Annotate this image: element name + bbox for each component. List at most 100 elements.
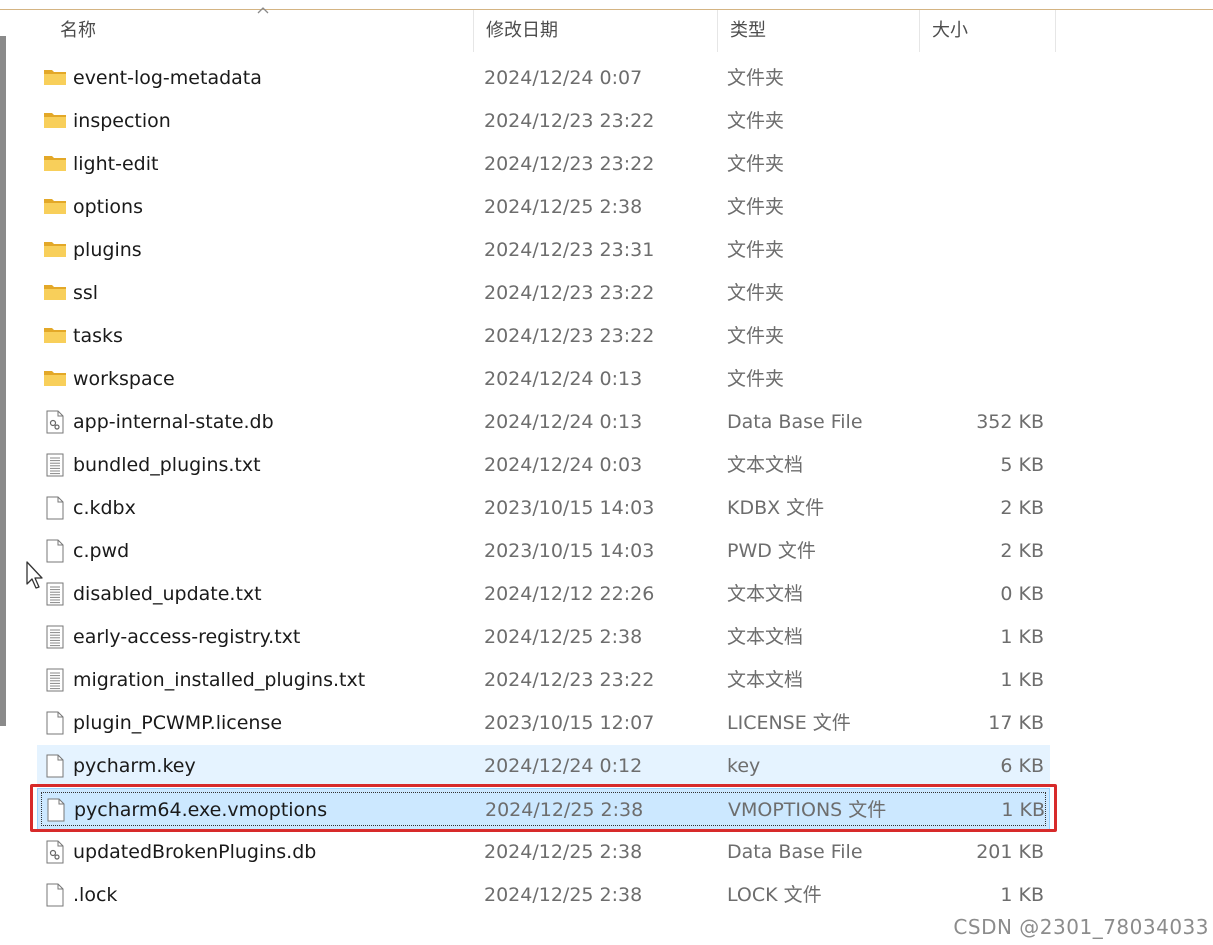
- file-name: ssl: [73, 282, 99, 304]
- file-row[interactable]: plugins 2024/12/23 23:31 文件夹: [37, 229, 1050, 271]
- file-date-modified: 2023/10/15 12:07: [484, 712, 655, 734]
- file-type: 文本文档: [727, 454, 804, 476]
- window-top-edge: [0, 0, 1213, 10]
- file-name: c.kdbx: [73, 497, 136, 519]
- file-row[interactable]: light-edit 2024/12/23 23:22 文件夹: [37, 143, 1050, 185]
- file-date-modified: 2023/10/15 14:03: [484, 497, 655, 519]
- file-row[interactable]: options 2024/12/25 2:38 文件夹: [37, 186, 1050, 228]
- file-type: Data Base File: [727, 411, 863, 433]
- file-type: 文本文档: [727, 626, 804, 648]
- file-name: migration_installed_plugins.txt: [73, 669, 366, 691]
- file-row[interactable]: inspection 2024/12/23 23:22 文件夹: [37, 100, 1050, 142]
- file-row[interactable]: migration_installed_plugins.txt 2024/12/2…: [37, 659, 1050, 701]
- folder-icon: [43, 272, 67, 314]
- file-type: key: [727, 755, 761, 777]
- file-name: light-edit: [73, 153, 159, 175]
- file-date-modified: 2024/12/12 22:26: [484, 583, 655, 605]
- blank-file-icon: [43, 702, 67, 744]
- file-date-modified: 2024/12/24 0:07: [484, 67, 643, 89]
- file-size: [937, 358, 1044, 400]
- file-row[interactable]: bundled_plugins.txt 2024/12/24 0:03 文本文档 5 …: [37, 444, 1050, 486]
- blank-file-icon: [43, 745, 67, 787]
- file-row[interactable]: early-access-registry.txt 2024/12/25 2:38…: [37, 616, 1050, 658]
- file-type: PWD 文件: [727, 540, 816, 562]
- file-type: 文件夹: [727, 325, 785, 347]
- highlight-annotation-box: [30, 784, 1057, 832]
- file-name: app-internal-state.db: [73, 411, 274, 433]
- file-size: 2 KB: [1000, 497, 1044, 519]
- folder-icon: [43, 315, 67, 357]
- file-row[interactable]: tasks 2024/12/23 23:22 文件夹: [37, 315, 1050, 357]
- file-row[interactable]: ssl 2024/12/23 23:22 文件夹: [37, 272, 1050, 314]
- file-type: LOCK 文件: [727, 884, 822, 906]
- mouse-cursor-icon: [26, 561, 43, 589]
- file-date-modified: 2024/12/23 23:22: [484, 325, 655, 347]
- file-type: 文件夹: [727, 196, 785, 218]
- file-size: 1 KB: [1000, 884, 1044, 906]
- file-name: plugins: [73, 239, 142, 261]
- file-name: tasks: [73, 325, 123, 347]
- file-name: event-log-metadata: [73, 67, 262, 89]
- file-size: [937, 272, 1044, 314]
- file-name: early-access-registry.txt: [73, 626, 301, 648]
- file-date-modified: 2024/12/25 2:38: [484, 884, 643, 906]
- file-size: 6 KB: [1000, 755, 1044, 777]
- file-size: 352 KB: [976, 411, 1044, 433]
- text-file-icon: [43, 616, 67, 658]
- file-name: .lock: [73, 884, 118, 906]
- file-row[interactable]: disabled_update.txt 2024/12/12 22:26 文本文档 0…: [37, 573, 1050, 615]
- file-size: 1 KB: [1000, 626, 1044, 648]
- file-row[interactable]: app-internal-state.db 2024/12/24 0:13 Data…: [37, 401, 1050, 443]
- file-row[interactable]: event-log-metadata 2024/12/24 0:07 文件夹: [37, 57, 1050, 99]
- file-size: 1 KB: [1000, 669, 1044, 691]
- database-file-icon: [43, 831, 67, 873]
- column-header-bar: 名称 修改日期 类型 大小: [0, 10, 1213, 52]
- text-file-icon: [43, 659, 67, 701]
- file-name: pycharm.key: [73, 755, 196, 777]
- file-name: updatedBrokenPlugins.db: [73, 841, 317, 863]
- file-date-modified: 2024/12/24 0:13: [484, 411, 643, 433]
- file-size: [937, 315, 1044, 357]
- file-type: 文件夹: [727, 239, 785, 261]
- column-header-date-modified[interactable]: 修改日期: [474, 10, 718, 52]
- file-row[interactable]: .lock 2024/12/25 2:38 LOCK 文件 1 KB: [37, 874, 1050, 916]
- folder-icon: [43, 100, 67, 142]
- file-row[interactable]: plugin_PCWMP.license 2023/10/15 12:07 LICE…: [37, 702, 1050, 744]
- file-size: [937, 229, 1044, 271]
- file-date-modified: 2024/12/24 0:03: [484, 454, 643, 476]
- file-size: 17 KB: [988, 712, 1044, 734]
- folder-icon: [43, 358, 67, 400]
- file-name: inspection: [73, 110, 171, 132]
- navigation-pane-scrollbar[interactable]: [0, 36, 6, 726]
- column-header-size[interactable]: 大小: [920, 10, 1056, 52]
- text-file-icon: [43, 444, 67, 486]
- file-type: 文件夹: [727, 110, 785, 132]
- column-header-type[interactable]: 类型: [718, 10, 920, 52]
- file-date-modified: 2024/12/23 23:22: [484, 282, 655, 304]
- file-date-modified: 2024/12/23 23:31: [484, 239, 655, 261]
- database-file-icon: [43, 401, 67, 443]
- file-type: 文件夹: [727, 67, 785, 89]
- column-header-name[interactable]: 名称: [48, 10, 474, 52]
- file-name: c.pwd: [73, 540, 130, 562]
- file-date-modified: 2024/12/23 23:22: [484, 110, 655, 132]
- file-row[interactable]: updatedBrokenPlugins.db 2024/12/25 2:38 Da…: [37, 831, 1050, 873]
- folder-icon: [43, 186, 67, 228]
- folder-icon: [43, 57, 67, 99]
- file-name: disabled_update.txt: [73, 583, 262, 605]
- file-size: [937, 57, 1044, 99]
- file-row[interactable]: workspace 2024/12/24 0:13 文件夹: [37, 358, 1050, 400]
- file-row[interactable]: c.pwd 2023/10/15 14:03 PWD 文件 2 KB: [37, 530, 1050, 572]
- watermark-text: CSDN @2301_78034033: [953, 915, 1209, 939]
- file-name: plugin_PCWMP.license: [73, 712, 283, 734]
- file-type: 文件夹: [727, 282, 785, 304]
- file-type: 文件夹: [727, 153, 785, 175]
- file-type: 文本文档: [727, 669, 804, 691]
- file-row[interactable]: c.kdbx 2023/10/15 14:03 KDBX 文件 2 KB: [37, 487, 1050, 529]
- file-date-modified: 2024/12/23 23:22: [484, 669, 655, 691]
- file-size: [937, 186, 1044, 228]
- folder-icon: [43, 229, 67, 271]
- file-row[interactable]: pycharm.key 2024/12/24 0:12 key 6 KB: [37, 745, 1050, 787]
- file-date-modified: 2024/12/25 2:38: [484, 841, 643, 863]
- file-type: 文件夹: [727, 368, 785, 390]
